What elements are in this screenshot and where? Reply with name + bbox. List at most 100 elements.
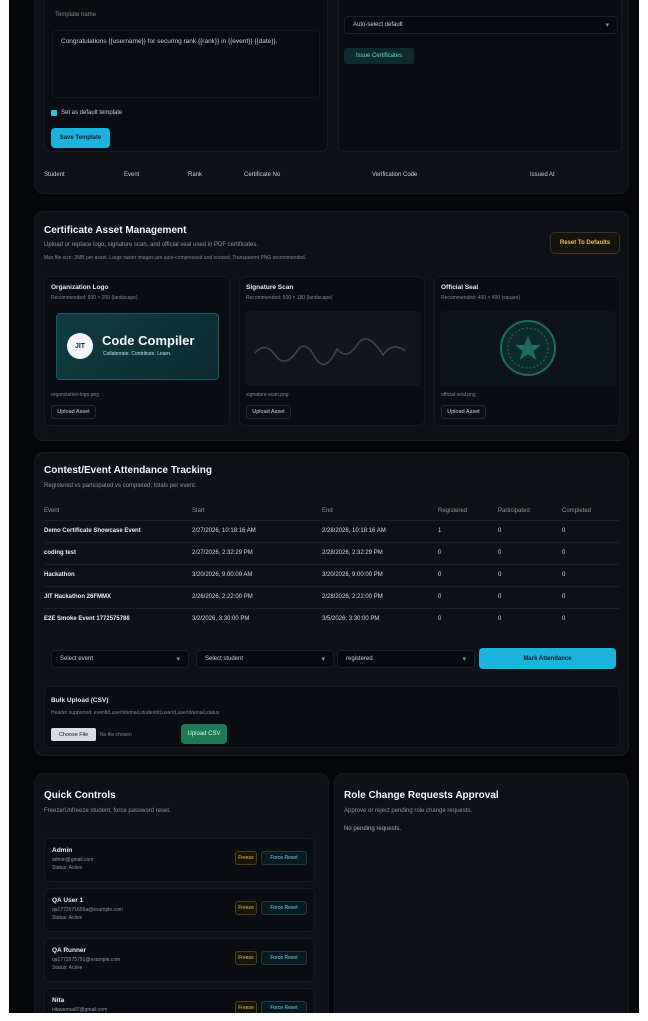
frame-edge-left (0, 0, 9, 1021)
cell-participated: 0 (498, 585, 562, 608)
select-event-value: Select event (60, 656, 94, 662)
seal-preview (440, 311, 616, 386)
asset-title-signature: Signature Scan (246, 284, 294, 291)
role-requests-title: Role Change Requests Approval (344, 790, 499, 801)
upload-seal-button[interactable]: Upload Asset (441, 405, 486, 419)
cell-end: 2/28/2026, 2:32:29 PM (322, 541, 438, 564)
issue-certificates-button[interactable]: Issue Certificates (344, 48, 414, 64)
reset-to-defaults-button[interactable]: Reset To Defaults (550, 232, 620, 254)
cell-registered: 0 (438, 541, 498, 564)
force-reset-button[interactable]: Force Reset (261, 851, 307, 865)
choose-file-button[interactable]: Choose File (51, 728, 96, 741)
user-email: admin@gmail.com (52, 857, 94, 863)
select-student-value: Select student (205, 656, 244, 662)
seal-icon (500, 320, 556, 376)
logo-title: Code Compiler (102, 333, 195, 348)
force-reset-button[interactable]: Force Reset (261, 901, 307, 915)
cell-completed: 0 (562, 519, 620, 542)
table-row: JIT Hackathon 26FMMX 2/26/2026, 2:22:00 … (44, 585, 620, 608)
quick-controls-title: Quick Controls (44, 790, 116, 801)
template-body-textarea[interactable]: Congratulations {{username}} for securin… (52, 30, 320, 98)
attendance-header-row: Event Start End Registered Participated … (44, 503, 620, 520)
cell-start: 2/27/2026, 2:32:29 PM (192, 541, 322, 564)
asset-management-title: Certificate Asset Management (44, 225, 187, 236)
asset-hint-signature: Recommended: 600 × 180 (landscape) (246, 295, 333, 301)
upload-logo-button[interactable]: Upload Asset (51, 405, 96, 419)
freeze-button[interactable]: Freeze (235, 901, 257, 915)
default-template-checkbox-row[interactable]: Set as default template (51, 110, 122, 116)
col-header-rank: Rank (188, 172, 203, 178)
col-header-participated: Participated (498, 508, 530, 515)
logo-badge: JIT (67, 333, 93, 359)
cell-event: Hackathon (44, 563, 192, 586)
force-reset-button[interactable]: Force Reset (261, 951, 307, 965)
user-email: qa1772575791@example.com (52, 957, 121, 963)
cell-event: E2E Smoke Event 1772575786 (44, 607, 192, 630)
chevron-down-icon: ▾ (462, 656, 466, 663)
asset-management-subtitle: Upload or replace logo, signature scan, … (44, 242, 259, 248)
col-header-registered: Registered (438, 508, 468, 515)
cell-end: 3/5/2026, 3:30:00 PM (322, 607, 438, 630)
template-select[interactable]: Auto-select default ▾ (344, 16, 618, 34)
mark-attendance-button[interactable]: Mark Attendance (479, 648, 616, 669)
attendance-table: Event Start End Registered Participated … (44, 503, 620, 630)
col-header-end: End (322, 508, 333, 515)
user-email: qa1772571656a@example.com (52, 907, 123, 913)
chevron-down-icon: ▾ (176, 656, 180, 663)
bulk-upload-hint: Header supported: eventId,userId/email,s… (51, 710, 220, 716)
frame-edge-bottom (0, 1013, 648, 1021)
cell-registered: 0 (438, 607, 498, 630)
user-card-admin: Admin admin@gmail.com Status: Active Fre… (44, 838, 315, 882)
template-select-value: Auto-select default (353, 22, 403, 28)
select-event-dropdown[interactable]: Select event ▾ (51, 650, 189, 668)
select-student-dropdown[interactable]: Select student ▾ (196, 650, 334, 668)
frame-edge-right (639, 0, 648, 1021)
user-status: Status: Active (52, 865, 83, 871)
cell-event: Demo Certificate Showcase Event (44, 519, 192, 542)
col-header-student: Student (44, 172, 65, 178)
cell-end: 3/20/2026, 9:00:00 PM (322, 563, 438, 586)
cell-completed: 0 (562, 607, 620, 630)
col-header-issued-at: Issued At (530, 172, 555, 178)
template-name-label: Template name (55, 12, 97, 18)
no-pending-requests-text: No pending requests. (344, 826, 402, 832)
user-name: Admin (52, 847, 73, 854)
checkbox-checked-icon[interactable] (51, 110, 57, 116)
upload-csv-button[interactable]: Upload CSV (181, 724, 227, 744)
cell-end: 2/28/2026, 2:22:00 PM (322, 585, 438, 608)
attendance-subtitle: Registered vs participated vs completed,… (44, 483, 197, 489)
col-header-event: Event (124, 172, 140, 178)
col-header-completed: Completed (562, 508, 592, 515)
user-name: QA User 1 (52, 897, 84, 904)
asset-filename-signature: signature-scan.png (246, 392, 289, 398)
upload-signature-button[interactable]: Upload Asset (246, 405, 291, 419)
asset-title-seal: Official Seal (441, 284, 479, 291)
cell-start: 2/27/2026, 10:18:16 AM (192, 519, 322, 542)
freeze-button[interactable]: Freeze (235, 951, 257, 965)
cell-start: 3/20/2026, 9:00:00 AM (192, 563, 322, 586)
logo-subtitle: Collaborate. Contribute. Learn. (103, 351, 172, 357)
select-status-dropdown[interactable]: registered ▾ (337, 650, 475, 668)
col-header-start: Start (192, 508, 205, 515)
col-header-event-name: Event (44, 508, 60, 515)
asset-filename-logo: organization-logo.png (51, 392, 100, 398)
user-card-qa-user-1: QA User 1 qa1772571656a@example.com Stat… (44, 888, 315, 932)
col-header-verification-code: Verification Code (372, 172, 418, 178)
attendance-title: Contest/Event Attendance Tracking (44, 465, 212, 476)
chevron-down-icon: ▾ (605, 22, 609, 29)
asset-management-note: Max file size: 2MB per asset. Large rast… (44, 255, 307, 261)
user-name: Nita (52, 997, 65, 1004)
cell-completed: 0 (562, 585, 620, 608)
cell-event: JIT Hackathon 26FMMX (44, 585, 192, 608)
cell-start: 2/26/2026, 2:22:00 PM (192, 585, 322, 608)
save-template-button[interactable]: Save Template (51, 128, 110, 148)
user-name: QA Runner (52, 947, 87, 954)
no-file-chosen-label: No file chosen (100, 732, 132, 738)
cell-completed: 0 (562, 541, 620, 564)
freeze-button[interactable]: Freeze (235, 851, 257, 865)
table-row: E2E Smoke Event 1772575786 3/2/2026, 3:3… (44, 607, 620, 630)
select-status-value: registered (346, 656, 373, 662)
table-row: Hackathon 3/20/2026, 9:00:00 AM 3/20/202… (44, 563, 620, 586)
cell-registered: 1 (438, 519, 498, 542)
asset-hint-logo: Recommended: 600 × 200 (landscape) (51, 295, 138, 301)
